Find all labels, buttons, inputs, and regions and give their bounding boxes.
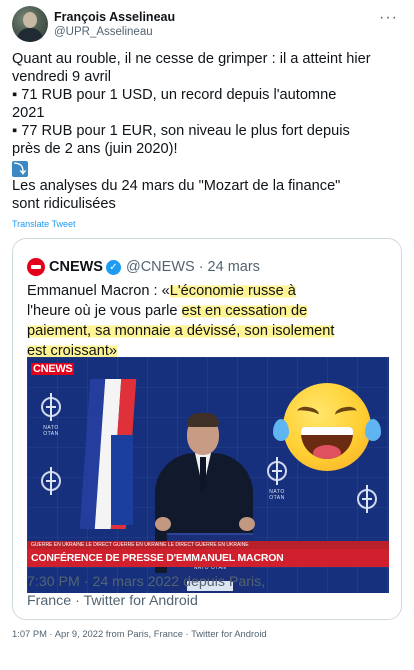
verified-badge-icon: ✓ — [105, 259, 121, 275]
tweet-line: sont ridiculisées — [12, 196, 116, 212]
speaker-hand — [155, 517, 171, 531]
cnews-logo: CNEWS — [31, 363, 75, 375]
tweet-line: ▪ 77 RUB pour 1 EUR, son niveau le plus … — [12, 123, 350, 139]
arrow-line: ⤵ — [12, 158, 402, 177]
tweet-line: Quant au rouble, il ne cesse de grimper … — [12, 51, 371, 67]
quoted-media-image[interactable]: NATO OTAN NATO OTAN CNEWS NATO OTAN GUER… — [27, 357, 389, 593]
quoted-plain-text: Emmanuel Macron : « — [27, 283, 170, 299]
tweet-line: près de 2 ans (juin 2020)! — [12, 141, 178, 157]
separator: · — [198, 259, 204, 275]
tweet-line: ▪ 71 RUB pour 1 USD, un record depuis l'… — [12, 87, 337, 103]
nato-emblem-icon — [353, 485, 381, 513]
nato-emblem-icon — [37, 467, 65, 495]
more-options-icon[interactable]: ··· — [379, 9, 398, 27]
cnews-logo-text: CNEWS — [31, 363, 75, 375]
avatar[interactable] — [12, 6, 48, 42]
news-ticker: GUERRE EN UKRAINE LE DIRECT GUERRE EN UK… — [27, 541, 389, 549]
quoted-date[interactable]: 24 mars — [208, 259, 260, 275]
quoted-line: paiement, sa monnaie a dévissé, son isol… — [27, 321, 387, 341]
speaker-tie — [200, 457, 206, 491]
cnews-avatar-icon[interactable] — [27, 258, 45, 276]
author-name[interactable]: François Asselineau — [54, 10, 175, 25]
highlighted-text: paiement, sa monnaie a dévissé, son isol… — [27, 323, 335, 339]
quoted-tweet-text: Emmanuel Macron : «L'économie russe à l'… — [27, 281, 387, 361]
nato-label: NATO OTAN — [269, 489, 285, 501]
tweet-timestamp[interactable]: 1:07 PM · Apr 9, 2022 from Paris, France… — [12, 628, 267, 639]
tweet-header: François Asselineau @UPR_Asselineau ··· — [12, 6, 402, 46]
speaker-hair — [187, 413, 219, 427]
quoted-plain-text: l'heure où je vous parle — [27, 303, 182, 319]
avatar-body — [17, 28, 43, 42]
eu-flag — [111, 435, 133, 525]
nato-emblem-icon — [263, 457, 291, 485]
tweet-line: vendredi 9 avril — [12, 69, 111, 85]
quoted-author-name[interactable]: CNEWS — [49, 259, 103, 275]
quoted-tweet-footer: 7:30 PM · 24 mars 2022 depuis Paris, Fra… — [27, 573, 387, 611]
highlighted-text: est en cessation de — [181, 303, 308, 319]
quoted-tweet[interactable]: CNEWS ✓ @CNEWS · 24 mars Emmanuel Macron… — [12, 238, 402, 620]
avatar-face — [23, 12, 37, 28]
tweet-line: Les analyses du 24 mars du "Mozart de la… — [12, 178, 341, 194]
face-with-tears-of-joy-icon — [273, 383, 381, 471]
highlighted-text: L'économie russe à — [169, 283, 296, 299]
quoted-source: France · Twitter for Android — [27, 593, 198, 609]
news-banner: CONFÉRENCE DE PRESSE D'EMMANUEL MACRON — [27, 549, 389, 567]
quoted-timestamp: 7:30 PM · 24 mars 2022 depuis Paris, — [27, 574, 266, 590]
translate-tweet-link[interactable]: Translate Tweet — [12, 219, 76, 229]
nato-emblem-icon — [37, 393, 65, 421]
quoted-author-handle[interactable]: @CNEWS — [126, 259, 195, 275]
tweet-line: 2021 — [12, 105, 45, 121]
tweet-text: Quant au rouble, il ne cesse de grimper … — [12, 50, 402, 213]
author-handle[interactable]: @UPR_Asselineau — [54, 25, 175, 39]
speaker-hand — [239, 517, 255, 531]
arrow-down-right-icon: ⤵ — [12, 161, 28, 177]
quoted-tweet-header: CNEWS ✓ @CNEWS · 24 mars — [27, 257, 260, 277]
quoted-line: Emmanuel Macron : «L'économie russe à — [27, 281, 387, 301]
nato-label: NATO OTAN — [43, 425, 59, 437]
author-block[interactable]: François Asselineau @UPR_Asselineau — [54, 10, 175, 39]
quoted-line: l'heure où je vous parle est en cessatio… — [27, 301, 387, 321]
